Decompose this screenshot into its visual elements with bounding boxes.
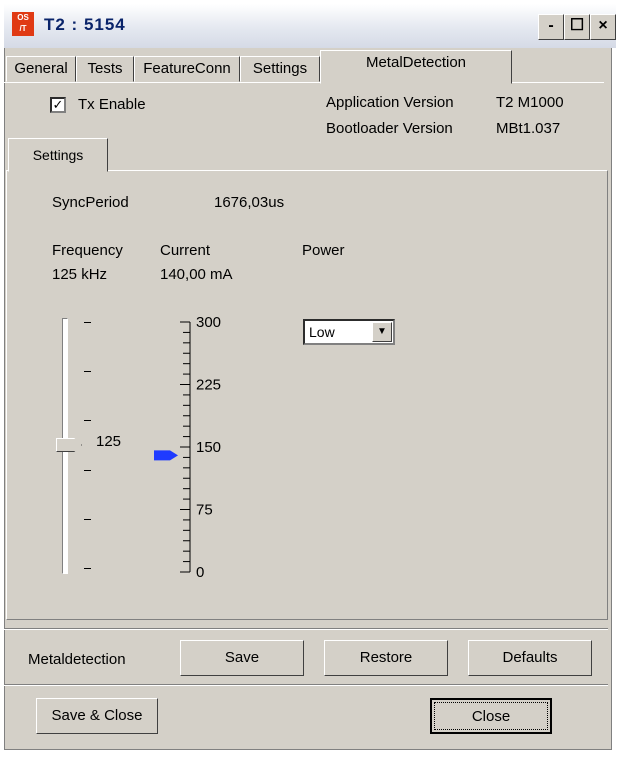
syncperiod-label: SyncPeriod	[52, 194, 129, 211]
application-version-label: Application Version	[326, 94, 454, 111]
tab-settings[interactable]: Settings	[240, 56, 320, 82]
current-value: 140,00 mA	[160, 266, 233, 283]
current-label: Current	[160, 242, 211, 259]
tx-enable-checkbox[interactable]: ✓	[50, 97, 66, 113]
current-scale: 300 225 150 75 0	[154, 314, 221, 581]
metaldetection-label: Metaldetection	[28, 651, 126, 668]
slider-tick	[84, 322, 91, 323]
tab-tests[interactable]: Tests	[76, 56, 134, 82]
tab-featureconn[interactable]: FeatureConn	[134, 56, 240, 82]
power-label: Power	[302, 242, 345, 259]
title-bar: OS /T T2 : 5154 - ☐ ×	[4, 4, 616, 48]
current-indicator-arrow	[154, 450, 178, 461]
frequency-value: 125 kHz	[52, 266, 108, 283]
tab-general[interactable]: General	[6, 56, 76, 82]
tab-metaldetection[interactable]: MetalDetection	[320, 50, 512, 84]
scale-tick-label: 150	[196, 439, 221, 456]
chevron-down-icon[interactable]: ▼	[372, 322, 392, 342]
application-version-value: T2 M1000	[496, 94, 564, 111]
tab-inner-settings[interactable]: Settings	[8, 138, 108, 172]
close-button[interactable]: Close	[430, 698, 552, 734]
window-title: T2 : 5154	[44, 15, 126, 34]
syncperiod-value: 1676,03us	[214, 194, 285, 211]
restore-button[interactable]: Restore	[324, 640, 448, 676]
frequency-slider-value: 125	[96, 433, 122, 450]
settings-subpanel	[6, 170, 608, 620]
scale-tick-label: 300	[196, 314, 221, 331]
save-and-close-button[interactable]: Save & Close	[36, 698, 158, 734]
slider-tick	[84, 469, 91, 471]
close-window-button[interactable]: ×	[590, 14, 616, 40]
frequency-label: Frequency	[52, 242, 123, 259]
divider	[4, 628, 608, 630]
save-button[interactable]: Save	[180, 640, 304, 676]
tx-enable-label[interactable]: Tx Enable	[78, 96, 146, 113]
slider-tick	[84, 518, 91, 520]
scale-tick-label: 225	[196, 377, 221, 394]
scale-tick-label: 75	[196, 502, 213, 519]
app-icon[interactable]: OS /T	[12, 12, 34, 36]
power-select[interactable]: Low ▼	[303, 319, 395, 345]
slider-tick	[84, 371, 91, 373]
maximize-button[interactable]: ☐	[564, 14, 590, 40]
minimize-button[interactable]: -	[538, 14, 564, 40]
divider	[4, 684, 608, 686]
power-select-value: Low	[309, 324, 335, 340]
slider-tick	[84, 420, 91, 422]
defaults-button[interactable]: Defaults	[468, 640, 592, 676]
bootloader-version-label: Bootloader Version	[326, 120, 453, 137]
scale-tick-label: 0	[196, 564, 204, 581]
bootloader-version-value: MBt1.037	[496, 120, 561, 137]
slider-tick	[84, 568, 91, 569]
